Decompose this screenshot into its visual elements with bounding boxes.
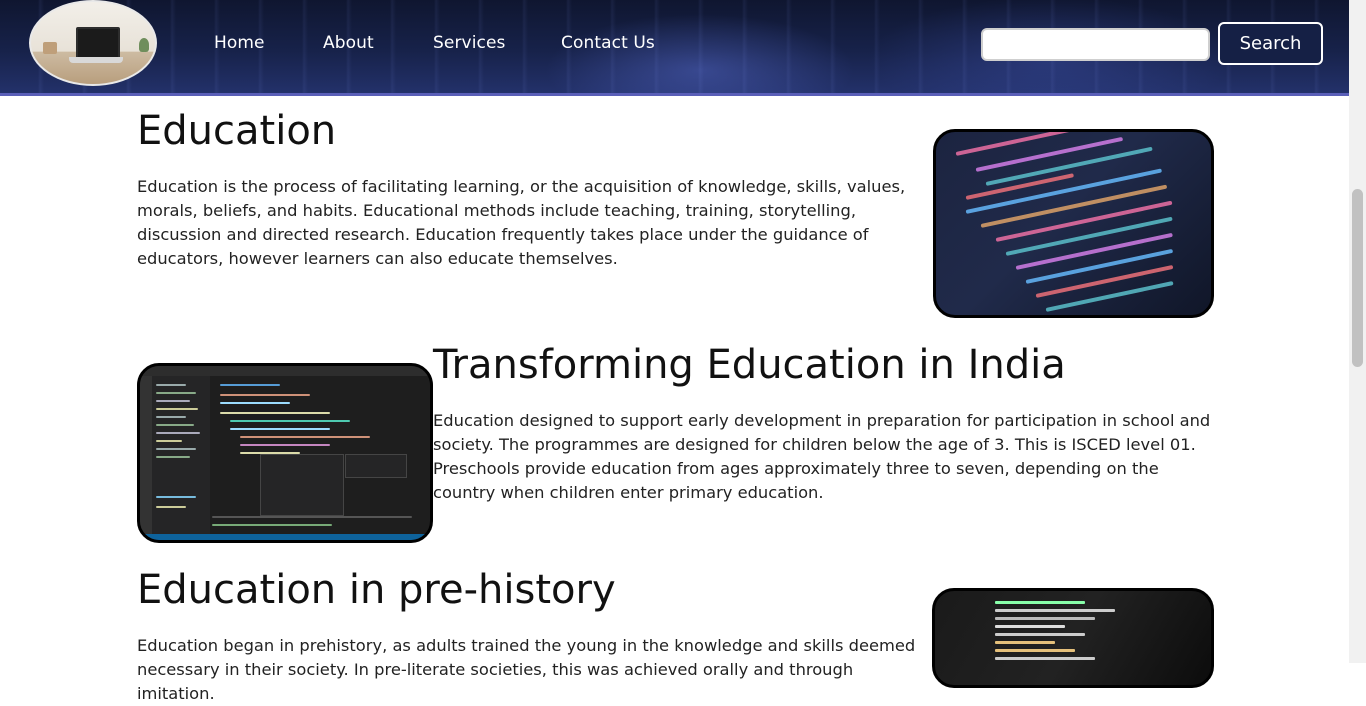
logo-cup-shape [43, 42, 57, 54]
search-button[interactable]: Search [1218, 22, 1323, 65]
nav-contact-us[interactable]: Contact Us [561, 33, 655, 53]
nav-services[interactable]: Services [433, 33, 506, 53]
section-text-transforming-education: Education designed to support early deve… [433, 411, 1211, 502]
site-logo[interactable] [29, 0, 157, 86]
logo-laptop-base [69, 57, 123, 63]
section-text-pre-history: Education began in prehistory, as adults… [137, 636, 916, 703]
search-input[interactable] [981, 28, 1210, 61]
logo-laptop-icon [76, 27, 120, 59]
site-header: Home About Services Contact Us Search [0, 0, 1349, 96]
nav-about[interactable]: About [323, 33, 374, 53]
code-editor-image [137, 363, 433, 543]
logo-plant-icon [139, 38, 149, 52]
section-title-pre-history: Education in pre-history [137, 567, 616, 613]
code-screenshot-image [933, 129, 1214, 318]
code-monitor-image [932, 588, 1214, 688]
section-title-education: Education [137, 108, 337, 154]
section-title-transforming-education: Transforming Education in India [433, 342, 1066, 388]
page-scrollbar-thumb[interactable] [1352, 189, 1363, 367]
section-text-education: Education is the process of facilitating… [137, 177, 906, 268]
nav-home[interactable]: Home [214, 33, 265, 53]
